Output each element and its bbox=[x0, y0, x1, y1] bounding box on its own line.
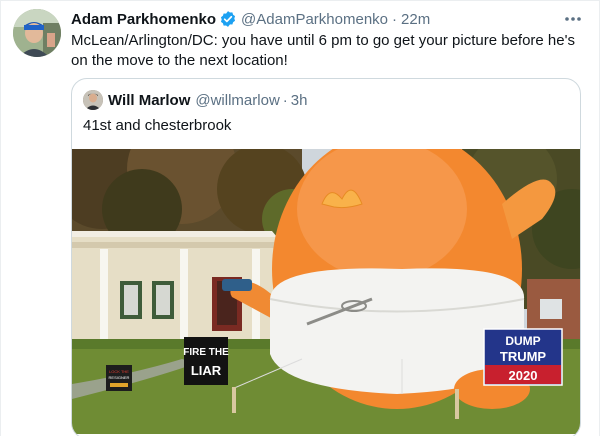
sign-left-line1: FIRE THE bbox=[183, 347, 229, 358]
tweet-timestamp[interactable]: 22m bbox=[401, 11, 430, 28]
fire-the-liar-sign: FIRE THE LIAR bbox=[183, 337, 229, 385]
quoted-tweet-timestamp[interactable]: 3h bbox=[291, 92, 308, 109]
quoted-author-name[interactable]: Will Marlow bbox=[108, 92, 190, 109]
more-horizontal-icon[interactable] bbox=[561, 9, 585, 29]
sign-left-line2: LIAR bbox=[191, 363, 222, 378]
small-sign-line1: LOCK THE bbox=[109, 369, 129, 374]
quoted-author-avatar[interactable] bbox=[83, 90, 103, 110]
quoted-tweet-photo[interactable]: FIRE THE LIAR LOCK THE RESIGNER DUMP TRU… bbox=[72, 114, 580, 434]
author-name[interactable]: Adam Parkhomenko bbox=[71, 11, 216, 28]
sign-right-line2: TRUMP bbox=[500, 349, 547, 364]
tweet-header: Adam Parkhomenko @AdamParkhomenko · 22m bbox=[71, 9, 430, 29]
sign-right-line1: DUMP bbox=[505, 334, 540, 348]
dump-trump-sign: DUMP TRUMP 2020 bbox=[483, 328, 563, 386]
author-handle[interactable]: @AdamParkhomenko bbox=[241, 11, 388, 28]
tweet[interactable]: Adam Parkhomenko @AdamParkhomenko · 22m … bbox=[0, 0, 600, 436]
small-lawn-sign: LOCK THE RESIGNER bbox=[106, 365, 132, 391]
quoted-author-handle[interactable]: @willmarlow bbox=[195, 92, 279, 109]
quoted-tweet[interactable]: Will Marlow @willmarlow · 3h 41st and ch… bbox=[71, 78, 581, 436]
tweet-text: McLean/Arlington/DC: you have until 6 pm… bbox=[71, 32, 575, 69]
verified-badge-icon bbox=[219, 10, 237, 28]
author-avatar[interactable] bbox=[13, 9, 61, 57]
quoted-tweet-header: Will Marlow @willmarlow · 3h bbox=[108, 90, 307, 110]
separator-dot: · bbox=[392, 10, 398, 28]
separator-dot: · bbox=[282, 91, 288, 109]
small-sign-line2: RESIGNER bbox=[109, 375, 130, 380]
quoted-tweet-text: 41st and chesterbrook bbox=[83, 117, 232, 134]
sign-right-line3: 2020 bbox=[509, 368, 538, 383]
